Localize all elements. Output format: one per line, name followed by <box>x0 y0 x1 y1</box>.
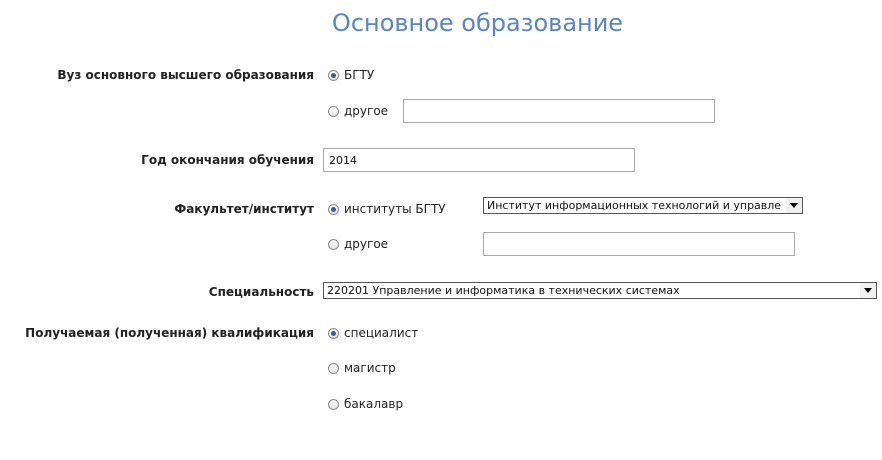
faculty-other-input[interactable] <box>483 232 795 256</box>
faculty-radio-other[interactable]: другое <box>328 237 388 251</box>
qualification-radio-master[interactable]: магистр <box>328 361 396 375</box>
qualification-label: Получаемая (полученная) квалификация <box>25 326 314 340</box>
radio-unchecked-icon <box>328 398 339 410</box>
university-label: Вуз основного высшего образования <box>57 68 314 82</box>
university-other-input[interactable] <box>403 99 715 123</box>
qualification-radio-specialist-label: специалист <box>344 326 419 340</box>
faculty-label: Факультет/институт <box>174 202 314 216</box>
dropdown-arrow-icon[interactable] <box>786 198 802 213</box>
radio-checked-icon <box>328 327 339 339</box>
university-radio-bgtu-label: БГТУ <box>344 68 375 82</box>
university-radio-other[interactable]: другое <box>328 104 388 118</box>
radio-checked-icon <box>328 203 339 215</box>
university-radio-bgtu[interactable]: БГТУ <box>328 68 374 82</box>
qualification-radio-specialist[interactable]: специалист <box>328 326 418 340</box>
radio-unchecked-icon <box>328 105 339 117</box>
faculty-radio-bgtu[interactable]: институты БГТУ <box>328 202 446 216</box>
faculty-radio-bgtu-label: институты БГТУ <box>344 202 446 216</box>
graduation-year-input[interactable] <box>323 148 635 172</box>
page-title: Основное образование <box>331 9 624 37</box>
qualification-radio-bachelor-label: бакалавр <box>344 397 404 411</box>
university-radio-other-label: другое <box>344 104 389 118</box>
specialty-label: Специальность <box>208 285 314 299</box>
radio-checked-icon <box>328 69 339 81</box>
qualification-radio-master-label: магистр <box>344 361 396 375</box>
graduation-year-label: Год окончания обучения <box>141 153 314 167</box>
qualification-radio-bachelor[interactable]: бакалавр <box>328 397 403 411</box>
faculty-radio-other-label: другое <box>344 237 389 251</box>
radio-unchecked-icon <box>328 362 339 374</box>
faculty-select-value: Институт информационных технологий и упр… <box>487 199 782 212</box>
dropdown-arrow-icon[interactable] <box>860 283 876 298</box>
specialty-select-value: 220201 Управление и информатика в технич… <box>327 284 680 297</box>
specialty-select[interactable]: 220201 Управление и информатика в технич… <box>323 282 877 299</box>
faculty-select[interactable]: Институт информационных технологий и упр… <box>483 197 803 214</box>
radio-unchecked-icon <box>328 238 339 250</box>
